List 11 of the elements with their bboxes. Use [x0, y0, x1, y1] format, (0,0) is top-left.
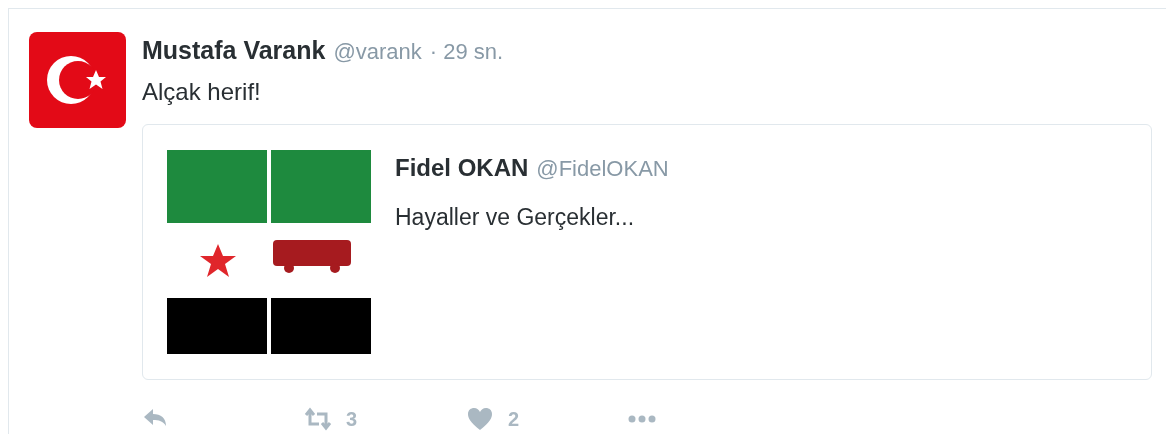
- author-name: Fidel OKAN: [395, 152, 529, 183]
- author-name[interactable]: Mustafa Varank: [142, 32, 326, 70]
- like-count: 2: [508, 406, 520, 432]
- avatar[interactable]: [29, 32, 126, 128]
- tweet-text: Hayaller ve Gerçekler...: [395, 202, 636, 232]
- tweet-text: Alçak herif!: [142, 76, 262, 107]
- retweet-count: 3: [346, 406, 358, 432]
- author-handle: @FidelOKAN: [536, 154, 669, 183]
- heart-icon[interactable]: [466, 405, 494, 432]
- quoted-tweet[interactable]: Fidel OKAN @FidelOKAN Hayaller ve Gerçekler...: [142, 123, 1152, 380]
- retweet-icon[interactable]: [304, 405, 332, 432]
